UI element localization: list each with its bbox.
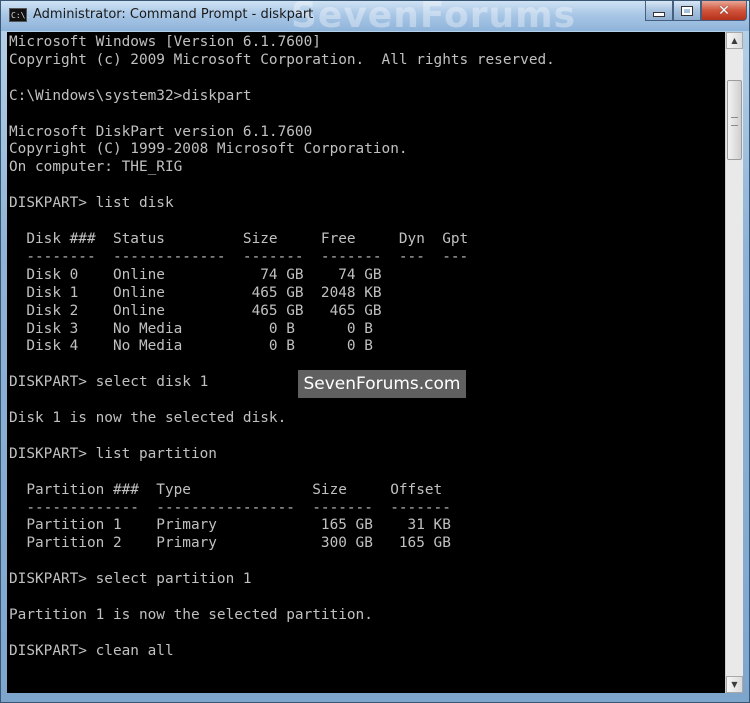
- maximize-button[interactable]: [673, 1, 701, 21]
- console-text: Microsoft Windows [Version 6.1.7600] Cop…: [7, 32, 725, 661]
- console-line: Microsoft DiskPart version 6.1.7600: [9, 123, 313, 140]
- close-icon: ✕: [718, 2, 730, 19]
- console-line: Disk 1 Online 465 GB 2048 KB: [9, 284, 382, 301]
- console-line: Partition 1 Primary 165 GB 31 KB: [9, 517, 451, 534]
- command-prompt-icon[interactable]: C:\.: [9, 8, 30, 22]
- console-line: Disk 0 Online 74 GB 74 GB: [9, 266, 382, 283]
- minimize-button[interactable]: [645, 1, 673, 21]
- arrow-up-icon: ▲: [731, 36, 738, 45]
- console-line: DISKPART> select disk 1: [9, 374, 209, 391]
- console-line: Disk 4 No Media 0 B 0 B: [9, 338, 373, 355]
- console-line: Partition 1 is now the selected partitio…: [9, 607, 373, 623]
- console-line: DISKPART> select partition 1: [9, 571, 252, 588]
- minimize-icon: [653, 12, 665, 17]
- vertical-scrollbar[interactable]: ▲ ▼: [725, 32, 743, 693]
- console-line: Partition ### Type Size Offset: [9, 481, 443, 498]
- caption-buttons: ✕: [645, 1, 747, 21]
- command-prompt-window: SevenForums C:\. Administrator: Command …: [0, 0, 750, 703]
- arrow-down-icon: ▼: [731, 680, 738, 689]
- console-line: C:\Windows\system32>diskpart: [9, 87, 252, 104]
- console-line: Disk 3 No Media 0 B 0 B: [9, 320, 373, 337]
- grip-icon: [731, 117, 738, 126]
- console-line: Disk 2 Online 465 GB 465 GB: [9, 302, 382, 319]
- middle-watermark: SevenForums.com: [298, 370, 466, 398]
- console-line: DISKPART> list partition: [9, 445, 217, 462]
- window-title: Administrator: Command Prompt - diskpart: [33, 7, 314, 22]
- title-watermark: SevenForums: [291, 1, 577, 31]
- console-line: DISKPART> clean all: [9, 642, 174, 659]
- console-line: ------------- ---------------- ------- -…: [9, 499, 451, 516]
- console-line: On computer: THE_RIG: [9, 159, 183, 176]
- console-line: Copyright (c) 2009 Microsoft Corporation…: [9, 51, 555, 68]
- scroll-down-button[interactable]: ▼: [726, 676, 743, 693]
- console-line: Disk ### Status Size Free Dyn Gpt: [9, 230, 469, 247]
- console-line: Disk 1 is now the selected disk.: [9, 410, 287, 427]
- console-line: DISKPART> list disk: [9, 195, 174, 212]
- title-bar[interactable]: SevenForums C:\. Administrator: Command …: [1, 1, 749, 31]
- console-line: -------- ------------- ------- ------- -…: [9, 248, 469, 265]
- maximize-icon: [681, 5, 693, 16]
- console-output[interactable]: Microsoft Windows [Version 6.1.7600] Cop…: [7, 32, 725, 693]
- console-line: Microsoft Windows [Version 6.1.7600]: [9, 34, 321, 50]
- close-button[interactable]: ✕: [701, 1, 747, 21]
- console-line: Partition 2 Primary 300 GB 165 GB: [9, 535, 451, 552]
- scroll-up-button[interactable]: ▲: [726, 32, 743, 49]
- scroll-thumb[interactable]: [727, 80, 742, 160]
- console-line: Copyright (C) 1999-2008 Microsoft Corpor…: [9, 141, 408, 158]
